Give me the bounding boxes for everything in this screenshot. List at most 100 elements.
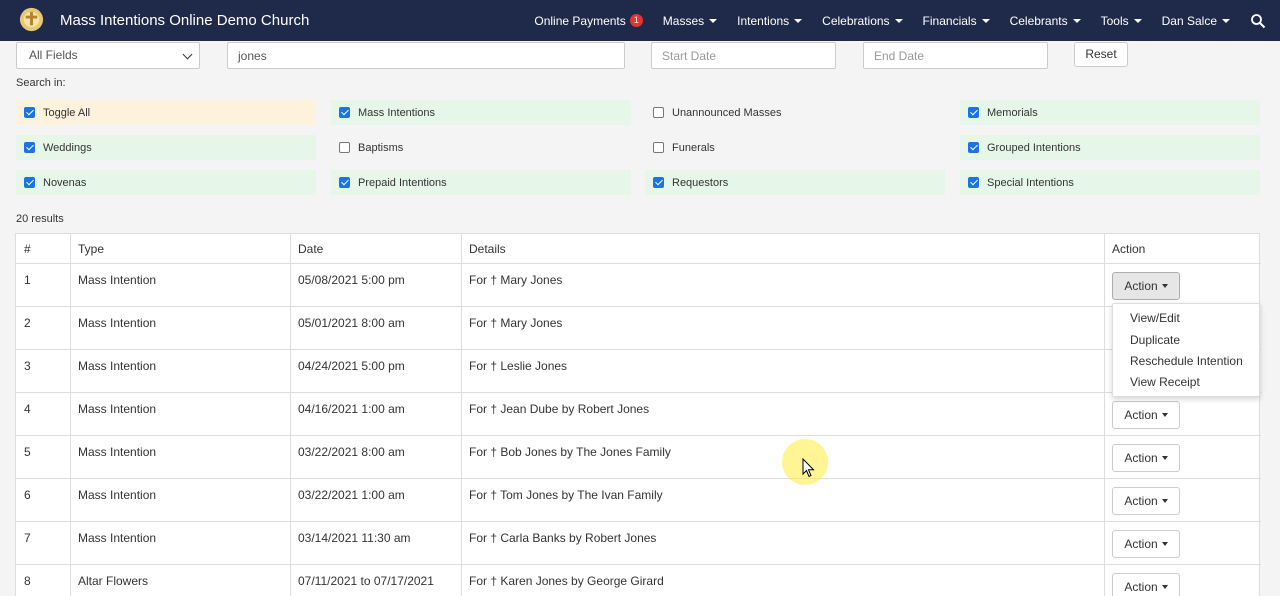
field-select[interactable]: All Fields (16, 42, 200, 69)
row-number: 8 (24, 574, 31, 588)
brand-title[interactable]: Mass Intentions Online Demo Church (60, 12, 309, 29)
checkbox-requestors[interactable]: Requestors (645, 170, 945, 195)
row-divider (16, 306, 1261, 307)
chevron-down-icon (182, 49, 193, 60)
nav-masses[interactable]: Masses (662, 13, 718, 28)
caret-down-icon (1161, 284, 1168, 288)
action-button-label: Action (1124, 408, 1158, 422)
action-button-label: Action (1124, 580, 1158, 594)
checkbox-checked-icon[interactable] (968, 107, 979, 118)
action-button[interactable]: Action (1112, 530, 1180, 558)
row-details: For † Carla Banks by Robert Jones (469, 531, 657, 545)
end-date-input[interactable]: End Date (863, 42, 1048, 69)
nav-online-payments[interactable]: Online Payments 1 (534, 13, 643, 28)
checkbox-label: Requestors (672, 176, 729, 189)
checkbox-unannounced-masses[interactable]: Unannounced Masses (645, 100, 945, 125)
row-divider (16, 478, 1261, 479)
checkbox-funerals[interactable]: Funerals (645, 135, 945, 160)
column-divider (70, 234, 71, 596)
row-divider (16, 435, 1261, 436)
checkbox-unchecked-icon[interactable] (339, 142, 350, 153)
column-divider (461, 234, 462, 596)
checkbox-toggle-all[interactable]: Toggle All (16, 100, 316, 125)
checkbox-grouped-intentions[interactable]: Grouped Intentions (960, 135, 1260, 160)
checkbox-checked-icon[interactable] (968, 142, 979, 153)
row-date: 03/22/2021 8:00 am (298, 445, 405, 459)
results-count: 20 results (16, 213, 64, 225)
checkbox-prepaid-intentions[interactable]: Prepaid Intentions (331, 170, 631, 195)
checkbox-memorials[interactable]: Memorials (960, 100, 1260, 125)
column-divider (290, 234, 291, 596)
nav-tools[interactable]: Tools (1101, 14, 1142, 28)
checkbox-checked-icon[interactable] (339, 177, 350, 188)
checkbox-special-intentions[interactable]: Special Intentions (960, 170, 1260, 195)
checkbox-checked-icon[interactable] (968, 177, 979, 188)
row-details: For † Mary Jones (469, 316, 563, 330)
notification-badge: 1 (629, 14, 643, 27)
row-details: For † Jean Dube by Robert Jones (469, 402, 650, 416)
caret-down-icon (1161, 585, 1168, 589)
action-button-label: Action (1124, 279, 1158, 293)
nav-financials[interactable]: Financials (923, 14, 990, 28)
church-logo-icon[interactable] (18, 6, 45, 33)
checkbox-label: Special Intentions (987, 176, 1074, 189)
checkbox-unchecked-icon[interactable] (653, 142, 664, 153)
column-divider (1259, 234, 1260, 596)
start-date-input[interactable]: Start Date (651, 42, 836, 69)
nav-user-menu[interactable]: Dan Salce (1162, 14, 1230, 28)
nav-celebrants[interactable]: Celebrants (1010, 14, 1081, 28)
menu-item-view-receipt[interactable]: View Receipt (1130, 375, 1200, 389)
reset-button[interactable]: Reset (1074, 42, 1128, 67)
caret-down-icon (709, 18, 718, 23)
nav-menu: Online Payments 1 Masses Intentions Cele… (534, 0, 1280, 41)
row-divider (16, 564, 1261, 565)
nav-intentions[interactable]: Intentions (737, 14, 803, 28)
header-number: # (24, 242, 31, 256)
checkbox-label: Novenas (43, 176, 87, 189)
action-button[interactable]: Action (1112, 401, 1180, 429)
row-date: 07/11/2021 to 07/17/2021 (298, 574, 434, 588)
checkbox-label: Baptisms (358, 141, 404, 154)
action-button[interactable]: Action (1112, 272, 1180, 300)
checkbox-weddings[interactable]: Weddings (16, 135, 316, 160)
checkbox-mass-intentions[interactable]: Mass Intentions (331, 100, 631, 125)
menu-item-view-edit[interactable]: View/Edit (1130, 311, 1180, 325)
checkbox-checked-icon[interactable] (24, 142, 35, 153)
checkbox-checked-icon[interactable] (24, 177, 35, 188)
menu-item-reschedule-intention[interactable]: Reschedule Intention (1130, 354, 1243, 368)
search-input[interactable]: jones (227, 42, 625, 69)
row-type: Mass Intention (78, 273, 157, 287)
checkbox-novenas[interactable]: Novenas (16, 170, 316, 195)
row-details: For † Mary Jones (469, 273, 563, 287)
checkbox-unchecked-icon[interactable] (653, 107, 664, 118)
row-divider (16, 263, 1261, 264)
mouse-pointer-icon (802, 458, 815, 478)
checkbox-label: Toggle All (43, 106, 91, 119)
nav-online-payments-label: Online Payments (534, 13, 626, 28)
checkbox-label: Unannounced Masses (672, 106, 782, 119)
menu-item-duplicate[interactable]: Duplicate (1130, 333, 1180, 347)
checkbox-label: Mass Intentions (358, 106, 436, 119)
checkbox-label: Funerals (672, 141, 715, 154)
row-type: Altar Flowers (78, 574, 149, 588)
header-details: Details (469, 242, 506, 256)
checkbox-baptisms[interactable]: Baptisms (331, 135, 631, 160)
action-button[interactable]: Action (1112, 487, 1180, 515)
nav-celebrations-label: Celebrations (822, 13, 890, 28)
header-date: Date (298, 242, 324, 256)
row-number: 3 (24, 359, 31, 373)
action-button[interactable]: Action (1112, 444, 1180, 472)
checkbox-checked-icon[interactable] (653, 177, 664, 188)
search-icon[interactable] (1250, 13, 1266, 29)
action-button-label: Action (1124, 494, 1158, 508)
results-table: # Type Date Details Action 1 Mass Intent… (15, 233, 1261, 596)
top-navbar: Mass Intentions Online Demo Church Onlin… (0, 0, 1280, 41)
row-type: Mass Intention (78, 402, 157, 416)
checkbox-label: Weddings (43, 141, 92, 154)
nav-celebrations[interactable]: Celebrations (822, 13, 903, 28)
nav-masses-label: Masses (662, 13, 705, 28)
checkbox-checked-icon[interactable] (24, 107, 35, 118)
action-button[interactable]: Action (1112, 573, 1180, 596)
row-divider (16, 349, 1261, 350)
checkbox-checked-icon[interactable] (339, 107, 350, 118)
